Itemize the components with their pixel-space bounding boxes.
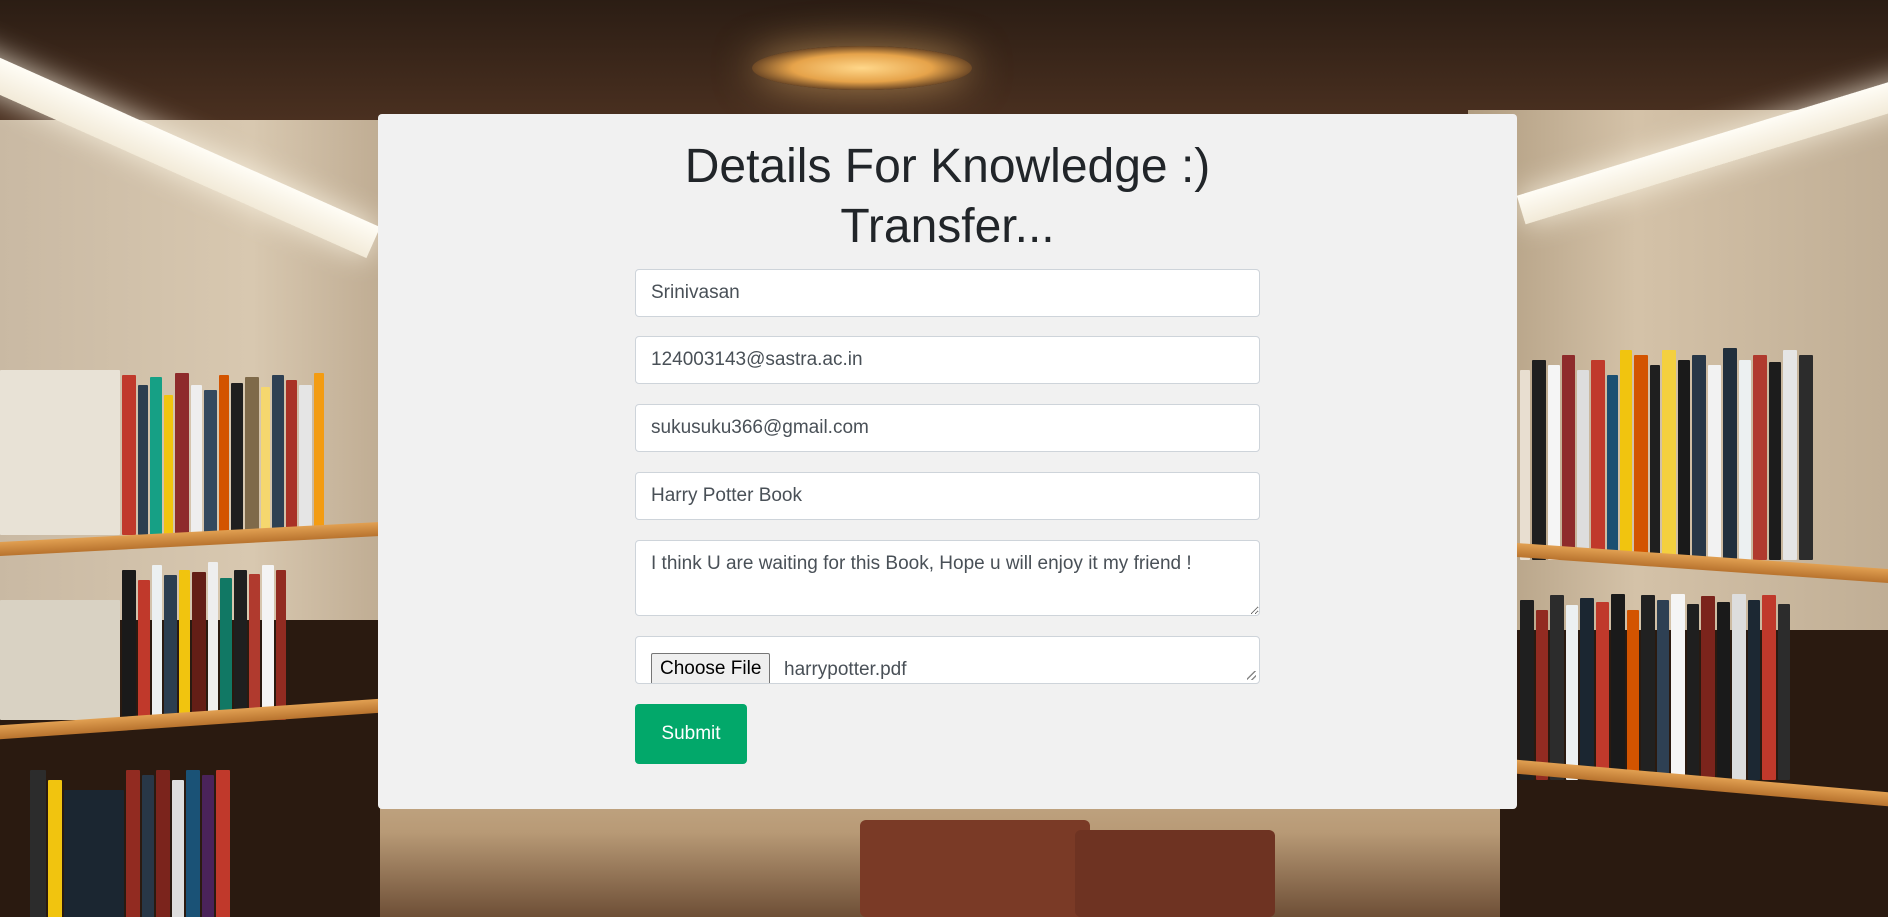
choose-file-button[interactable]: Choose File — [651, 653, 771, 683]
chair-right — [1075, 830, 1275, 917]
form-title: Details For Knowledge :) Transfer... — [378, 137, 1517, 257]
name-input[interactable] — [635, 269, 1260, 317]
subject-input[interactable] — [635, 472, 1260, 520]
resize-handle-icon[interactable] — [1247, 671, 1256, 680]
bookshelf-left-row-2 — [0, 560, 288, 720]
chair-left — [860, 820, 1090, 917]
form-title-line-2: Transfer... — [840, 200, 1055, 253]
message-textarea[interactable]: I think U are waiting for this Book, Hop… — [635, 540, 1260, 616]
submit-button[interactable]: Submit — [635, 704, 747, 764]
ceiling-lamp — [752, 46, 972, 90]
file-upload-field[interactable]: Choose File harrypotter.pdf — [635, 636, 1260, 684]
bookshelf-right-row-2 — [1520, 590, 1792, 780]
from-email-input[interactable] — [635, 336, 1260, 384]
bookshelf-left-row-3 — [30, 770, 232, 917]
transfer-form-card: Details For Knowledge :) Transfer... I t… — [378, 114, 1517, 809]
bookshelf-left-row-1 — [0, 370, 326, 535]
form-title-line-1: Details For Knowledge :) — [684, 140, 1211, 193]
file-name-label: harrypotter.pdf — [784, 659, 907, 680]
to-email-input[interactable] — [635, 404, 1260, 452]
bookshelf-right-row-1 — [1520, 345, 1815, 560]
